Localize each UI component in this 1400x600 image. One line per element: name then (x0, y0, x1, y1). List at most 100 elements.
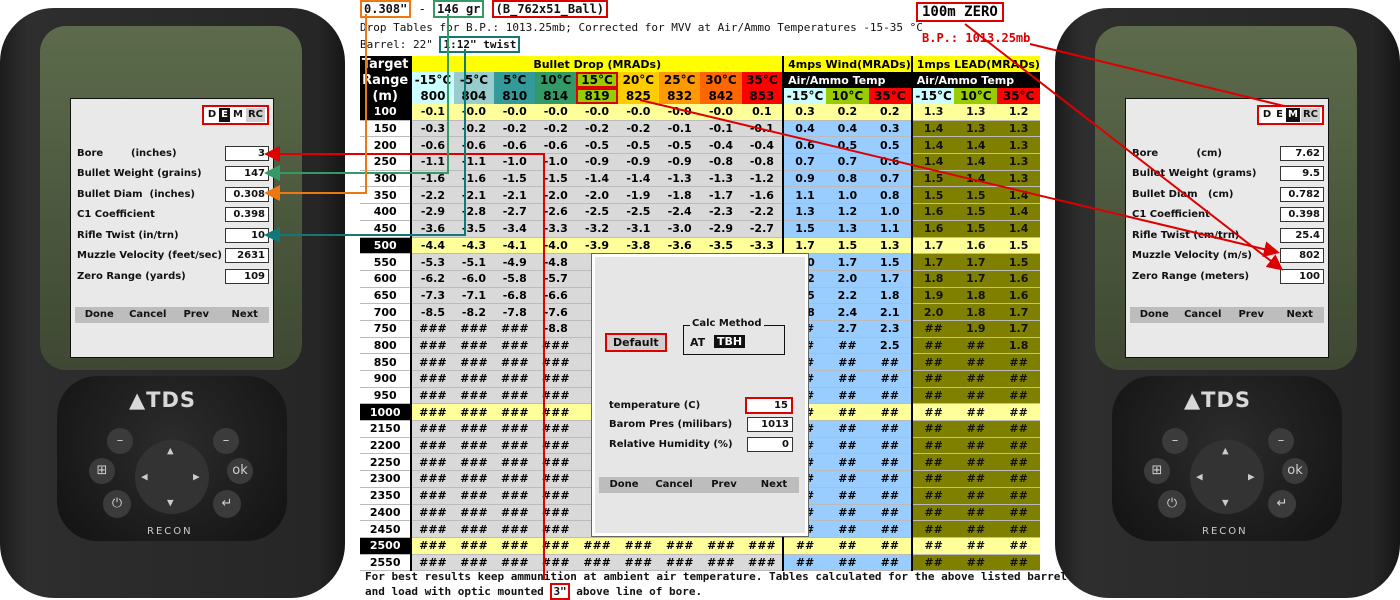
left-arrow-icon[interactable]: ◀ (141, 470, 148, 483)
prev-button[interactable]: Prev (699, 477, 749, 493)
unit-selector[interactable]: D E M RC (201, 105, 269, 125)
unit-d-button[interactable]: D (206, 108, 218, 122)
range-cell: 750 (360, 320, 413, 338)
drop-cell: -7.3 (411, 287, 454, 305)
drop-cell: -0.6 (411, 136, 454, 155)
lead-cell: 1.8 (997, 337, 1040, 355)
unit-e-button[interactable]: E (219, 108, 230, 122)
field-value[interactable]: 10 (225, 227, 269, 243)
drop-cell: -0.2 (453, 120, 495, 138)
wind-cell: 0.8 (825, 170, 869, 188)
calc-method-group: Calc Method AT TBH (683, 318, 785, 355)
temperature-row: temperature (C) 15 (609, 397, 793, 414)
menu-key-right[interactable]: – (213, 428, 239, 454)
field-value[interactable]: 147 (225, 166, 269, 182)
ok-key[interactable]: ok (227, 458, 253, 484)
range-cell: 550 (360, 253, 413, 271)
humidity-row: Relative Humidity (%) 0 (609, 437, 793, 452)
down-arrow-icon[interactable]: ▼ (167, 496, 174, 509)
prev-button[interactable]: Prev (172, 307, 221, 323)
range-cell: 250 (360, 153, 413, 171)
field-value[interactable]: 109 (225, 268, 269, 284)
cancel-button[interactable]: Cancel (649, 477, 699, 493)
next-button[interactable]: Next (749, 477, 799, 493)
field-value[interactable]: 0.398 (225, 207, 269, 223)
drop-cell: -0.5 (617, 136, 660, 155)
lead-cell: ## (954, 403, 998, 422)
right-arrow-icon[interactable]: ▶ (193, 470, 200, 483)
field-value[interactable]: 802 (1280, 248, 1324, 264)
next-button[interactable]: Next (1276, 307, 1325, 323)
drop-cell: ### (453, 403, 495, 422)
cancel-button[interactable]: Cancel (124, 307, 173, 323)
calc-tbh-option[interactable]: TBH (714, 335, 746, 348)
table-row: 300 -1.6 -1.6 -1.5 -1.5 -1.4 -1.4 -1.3 -1.3 -1.2 0… (360, 170, 1040, 188)
enter-key[interactable]: ↵ (213, 490, 241, 518)
lead-cell: ## (954, 504, 998, 522)
field-value[interactable]: 2631 (225, 248, 269, 264)
unit-rc-button[interactable]: RC (245, 108, 265, 122)
lead-cell: 1.5 (954, 203, 998, 221)
right-arrow-icon[interactable]: ▶ (1248, 470, 1255, 483)
cancel-button[interactable]: Cancel (1179, 307, 1228, 323)
unit-e-button[interactable]: E (1274, 108, 1285, 122)
wind-cell: 2.2 (825, 287, 869, 305)
down-arrow-icon[interactable]: ▼ (1222, 496, 1229, 509)
lead-cell: 1.4 (997, 220, 1040, 238)
lead-cell: ## (997, 453, 1040, 472)
prev-button[interactable]: Prev (1227, 307, 1276, 323)
velocity-header: 819 (576, 88, 618, 104)
pressure-label: Barom Pres (milibars) (609, 419, 733, 430)
wind-cell: 0.7 (868, 170, 912, 188)
field-value[interactable]: 3 (225, 145, 269, 161)
calc-at-option[interactable]: AT (690, 336, 705, 349)
menu-key[interactable]: – (1162, 428, 1188, 454)
wind-cell: 1.3 (868, 237, 912, 255)
drop-cell: -4.4 (411, 237, 454, 255)
input-fields: Bore (inches) 3 Bullet Weight (grains) 147 B… (77, 143, 269, 287)
field-value[interactable]: 0.398 (1280, 207, 1324, 223)
field-value[interactable]: 7.62 (1280, 145, 1324, 161)
drop-cell: -3.4 (494, 220, 536, 238)
humidity-field[interactable]: 0 (747, 437, 793, 452)
lead-temp-header: 35°C (997, 88, 1040, 104)
field-value[interactable]: 0.782 (1280, 186, 1324, 202)
unit-rc-button[interactable]: RC (1300, 108, 1320, 122)
done-button[interactable]: Done (1130, 307, 1179, 323)
unit-d-button[interactable]: D (1261, 108, 1273, 122)
windows-key[interactable]: ⊞ (1144, 458, 1170, 484)
dpad[interactable]: ▲ ◀ ▶ ▼ (135, 440, 209, 514)
wind-cell: ## (868, 403, 912, 422)
default-button[interactable]: Default (605, 333, 667, 352)
power-key[interactable]: ⏻ (103, 490, 131, 518)
next-button[interactable]: Next (221, 307, 270, 323)
field-row: Rifle Twist (cm/trn) 25.4 (1132, 225, 1324, 246)
up-arrow-icon[interactable]: ▲ (1222, 444, 1229, 457)
field-value[interactable]: 100 (1280, 268, 1324, 284)
unit-m-button[interactable]: M (1286, 108, 1300, 122)
field-value[interactable]: 25.4 (1280, 227, 1324, 243)
drop-cell: ### (700, 537, 742, 555)
dpad[interactable]: ▲ ◀ ▶ ▼ (1190, 440, 1264, 514)
done-button[interactable]: Done (75, 307, 124, 323)
done-button[interactable]: Done (599, 477, 649, 493)
ok-key[interactable]: ok (1282, 458, 1308, 484)
lead-cell: ## (910, 487, 955, 505)
wind-cell: ## (868, 370, 912, 388)
field-value[interactable]: 9.5 (1280, 166, 1324, 182)
drop-cell: -5.7 (535, 270, 577, 288)
unit-selector[interactable]: D E M RC (1256, 105, 1324, 125)
temperature-field[interactable]: 15 (745, 397, 793, 414)
windows-key[interactable]: ⊞ (89, 458, 115, 484)
field-value[interactable]: 0.308 (225, 186, 269, 202)
drop-cell: -2.6 (535, 203, 577, 221)
drop-cell: -1.4 (576, 170, 618, 188)
pressure-field[interactable]: 1013 (747, 417, 793, 432)
enter-key[interactable]: ↵ (1268, 490, 1296, 518)
left-arrow-icon[interactable]: ◀ (1196, 470, 1203, 483)
menu-key-right[interactable]: – (1268, 428, 1294, 454)
power-key[interactable]: ⏻ (1158, 490, 1186, 518)
menu-key[interactable]: – (107, 428, 133, 454)
up-arrow-icon[interactable]: ▲ (167, 444, 174, 457)
unit-m-button[interactable]: M (231, 108, 245, 122)
